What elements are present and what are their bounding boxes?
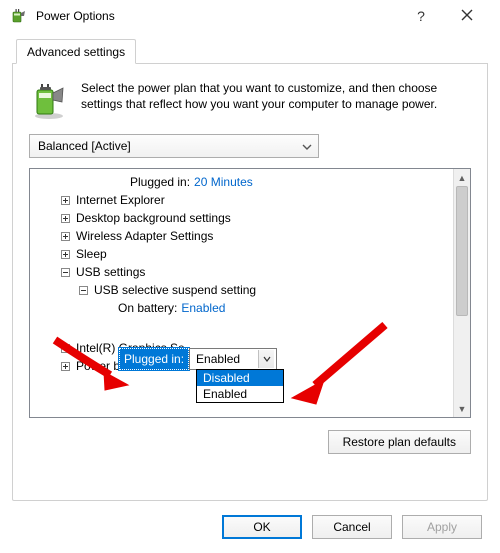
expand-plus-icon[interactable] — [58, 211, 72, 225]
tree-label: Sleep — [76, 247, 107, 261]
tree-label: Desktop background settings — [76, 211, 231, 225]
dropdown-option-disabled[interactable]: Disabled — [197, 370, 283, 386]
tree-leaf-plugged-in-minutes[interactable]: Plugged in: 20 Minutes — [30, 173, 453, 191]
collapse-minus-icon[interactable] — [76, 283, 90, 297]
tree-label: Wireless Adapter Settings — [76, 229, 213, 243]
advanced-settings-panel: Select the power plan that you want to c… — [12, 64, 488, 501]
tree-scrollbar[interactable]: ▲ ▼ — [453, 169, 470, 417]
chevron-down-icon[interactable] — [258, 350, 274, 368]
expand-plus-icon[interactable] — [58, 247, 72, 261]
tree-label-selected: Plugged in: — [119, 348, 189, 370]
settings-tree: Plugged in: 20 Minutes Internet Explorer… — [29, 168, 471, 418]
plugged-in-dropdown-list[interactable]: Disabled Enabled — [196, 369, 284, 403]
apply-button[interactable]: Apply — [402, 515, 482, 539]
scroll-track[interactable] — [454, 186, 470, 400]
tree-item-sleep[interactable]: Sleep — [30, 245, 453, 263]
power-options-icon — [10, 7, 28, 25]
scroll-up-icon[interactable]: ▲ — [454, 169, 470, 186]
scroll-down-icon[interactable]: ▼ — [454, 400, 470, 417]
dialog-button-row: OK Cancel Apply — [0, 515, 500, 539]
scroll-thumb[interactable] — [456, 186, 468, 316]
battery-plug-icon — [29, 80, 69, 120]
plugged-in-dropdown[interactable]: Enabled — [189, 348, 277, 370]
close-button[interactable] — [444, 8, 490, 24]
tree-label: USB settings — [76, 265, 145, 279]
tree-label: USB selective suspend setting — [94, 283, 256, 297]
expand-plus-icon[interactable] — [58, 229, 72, 243]
tree-item-usb-selective-suspend[interactable]: USB selective suspend setting — [30, 281, 453, 299]
intro-block: Select the power plan that you want to c… — [29, 80, 471, 120]
tree-leaf-on-battery[interactable]: On battery: Enabled — [30, 299, 453, 317]
tree-item-usb-settings[interactable]: USB settings — [30, 263, 453, 281]
tree-value-link[interactable]: Enabled — [181, 301, 225, 315]
collapse-minus-icon[interactable] — [58, 265, 72, 279]
expand-plus-icon[interactable] — [58, 359, 72, 373]
tree-value-link[interactable]: 20 Minutes — [194, 175, 253, 189]
tree-item-wireless-adapter[interactable]: Wireless Adapter Settings — [30, 227, 453, 245]
expand-plus-icon[interactable] — [58, 341, 72, 355]
chevron-down-icon — [302, 141, 312, 151]
tab-strip: Advanced settings — [12, 38, 488, 64]
intro-text: Select the power plan that you want to c… — [81, 80, 471, 120]
ok-button[interactable]: OK — [222, 515, 302, 539]
tree-label: On battery: — [118, 301, 177, 315]
title-bar: Power Options ? — [0, 0, 500, 32]
tab-advanced-settings[interactable]: Advanced settings — [16, 39, 136, 64]
tree-item-internet-explorer[interactable]: Internet Explorer — [30, 191, 453, 209]
plugged-in-value: Enabled — [196, 352, 240, 366]
power-plan-dropdown[interactable]: Balanced [Active] — [29, 134, 319, 158]
window-title: Power Options — [36, 9, 398, 23]
tab-label: Advanced settings — [27, 45, 125, 59]
tree-label: Internet Explorer — [76, 193, 165, 207]
power-plan-selected: Balanced [Active] — [38, 139, 131, 153]
cancel-button[interactable]: Cancel — [312, 515, 392, 539]
tree-leaf-plugged-in-active[interactable]: Plugged in: Enabled — [119, 348, 277, 370]
dropdown-option-enabled[interactable]: Enabled — [197, 386, 283, 402]
tree-item-desktop-background[interactable]: Desktop background settings — [30, 209, 453, 227]
restore-plan-defaults-button[interactable]: Restore plan defaults — [328, 430, 471, 454]
tree-label: Plugged in: — [130, 175, 190, 189]
help-button[interactable]: ? — [398, 8, 444, 24]
expand-plus-icon[interactable] — [58, 193, 72, 207]
